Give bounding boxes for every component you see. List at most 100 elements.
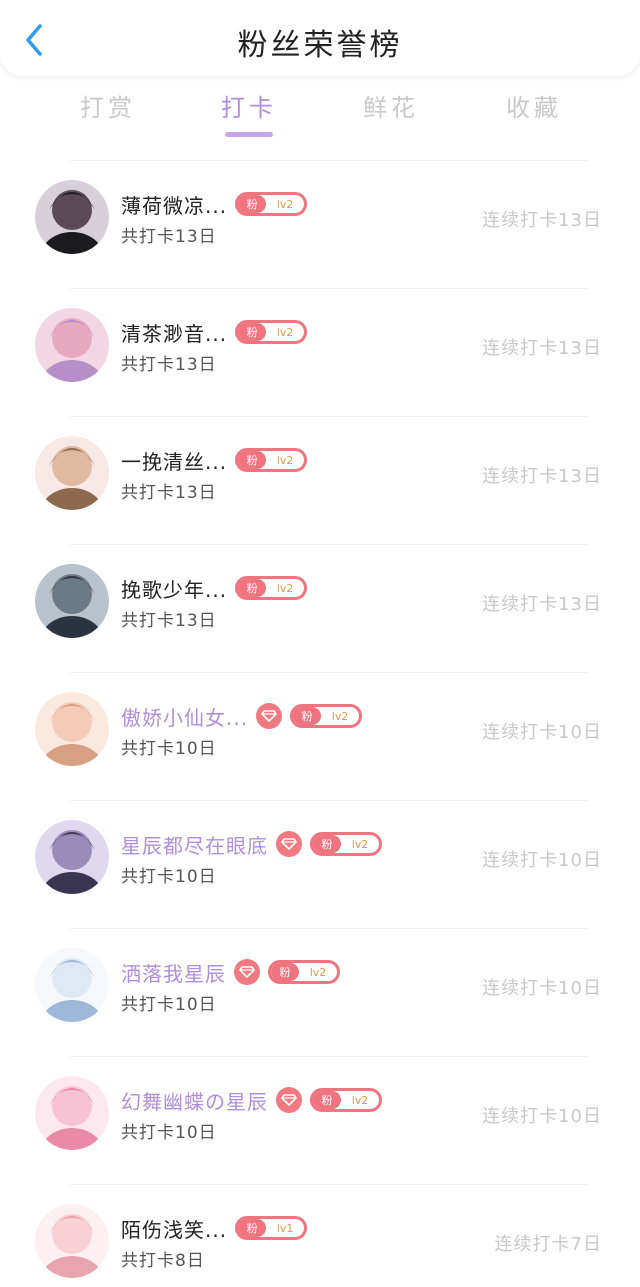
name-line: 傲娇小仙女... 粉 lv2 — [121, 702, 363, 731]
active-tab-indicator — [225, 132, 273, 137]
user-name[interactable]: 幻舞幽蝶の星辰 — [121, 1086, 268, 1115]
avatar[interactable] — [35, 564, 109, 638]
row-divider — [70, 416, 588, 417]
list-item[interactable]: 幻舞幽蝶の星辰 粉 lv2 共打卡10日 连续打卡10日 — [0, 1056, 640, 1184]
row-divider — [70, 928, 588, 929]
fan-badge-label: 粉 — [238, 195, 267, 213]
fan-level-badge: 粉 lv1 — [235, 1216, 308, 1240]
streak-checkin: 连续打卡7日 — [494, 1234, 602, 1255]
fan-level: lv2 — [276, 197, 294, 211]
total-checkin: 共打卡13日 — [121, 227, 217, 247]
fan-level-badge: 粉 lv2 — [310, 1088, 382, 1112]
fan-level-badge: 粉 lv2 — [235, 448, 308, 472]
row-divider — [70, 544, 588, 545]
user-name[interactable]: 一挽清丝... — [121, 446, 227, 475]
top-bar: 粉丝荣誉榜 — [0, 0, 640, 76]
user-name[interactable]: 陌伤浅笑... — [121, 1214, 227, 1243]
fan-level-badge: 粉 lv2 — [235, 192, 308, 216]
fan-badge-label: 粉 — [238, 1219, 267, 1237]
streak-checkin: 连续打卡10日 — [482, 722, 602, 743]
user-name[interactable]: 洒落我星辰 — [121, 958, 226, 987]
list-item[interactable]: 一挽清丝... 粉 lv2 共打卡13日 连续打卡13日 — [0, 416, 640, 544]
name-line: 清茶渺音... 粉 lv2 — [121, 318, 308, 347]
avatar-image — [35, 1076, 109, 1150]
total-checkin: 共打卡8日 — [121, 1251, 205, 1271]
diamond-icon — [276, 1087, 302, 1113]
streak-checkin: 连续打卡13日 — [482, 210, 602, 231]
tab-reward[interactable]: 打赏 — [48, 88, 168, 123]
name-line: 洒落我星辰 粉 lv2 — [121, 958, 340, 986]
avatar[interactable] — [35, 1204, 109, 1278]
tab-checkin-label: 打卡 — [221, 94, 277, 122]
fan-level-badge: 粉 lv2 — [235, 576, 308, 600]
diamond-icon — [276, 831, 302, 857]
total-checkin: 共打卡13日 — [121, 611, 217, 631]
name-line: 幻舞幽蝶の星辰 粉 lv2 — [121, 1086, 382, 1114]
list-item[interactable]: 挽歌少年... 粉 lv2 共打卡13日 连续打卡13日 — [0, 544, 640, 672]
tab-checkin[interactable]: 打卡 — [189, 88, 309, 137]
row-divider — [70, 800, 588, 801]
name-line: 挽歌少年... 粉 lv2 — [121, 574, 308, 603]
user-name[interactable]: 星辰都尽在眼底 — [121, 830, 268, 859]
tab-flowers[interactable]: 鲜花 — [331, 88, 451, 123]
fan-badge-label: 粉 — [238, 579, 267, 597]
list-item[interactable]: 薄荷微凉... 粉 lv2 共打卡13日 连续打卡13日 — [0, 160, 640, 288]
total-checkin: 共打卡13日 — [121, 355, 217, 375]
avatar[interactable] — [35, 820, 109, 894]
fan-level: lv2 — [331, 709, 349, 723]
total-checkin: 共打卡13日 — [121, 483, 217, 503]
fan-badge-label: 粉 — [238, 451, 267, 469]
avatar[interactable] — [35, 1076, 109, 1150]
fan-level-badge: 粉 lv2 — [310, 832, 382, 856]
row-divider — [70, 1056, 588, 1057]
row-divider — [70, 1184, 588, 1185]
list-item[interactable]: 陌伤浅笑... 粉 lv1 共打卡8日 连续打卡7日 — [0, 1184, 640, 1287]
user-name[interactable]: 傲娇小仙女... — [121, 702, 248, 731]
fan-badge-label: 粉 — [313, 1091, 341, 1109]
avatar[interactable] — [35, 692, 109, 766]
list-item[interactable]: 傲娇小仙女... 粉 lv2 共打卡10日 连续打卡10日 — [0, 672, 640, 800]
tab-bar: 打赏 打卡 鲜花 收藏 — [0, 88, 640, 144]
avatar-image — [35, 436, 109, 510]
user-name[interactable]: 清茶渺音... — [121, 318, 227, 347]
list-item[interactable]: 星辰都尽在眼底 粉 lv2 共打卡10日 连续打卡10日 — [0, 800, 640, 928]
row-divider — [70, 672, 588, 673]
avatar-image — [35, 1204, 109, 1278]
streak-checkin: 连续打卡10日 — [482, 1106, 602, 1127]
avatar[interactable] — [35, 180, 109, 254]
name-line: 薄荷微凉... 粉 lv2 — [121, 190, 308, 219]
avatar-image — [35, 948, 109, 1022]
row-divider — [70, 160, 588, 161]
avatar[interactable] — [35, 308, 109, 382]
name-line: 一挽清丝... 粉 lv2 — [121, 446, 308, 475]
list-item[interactable]: 洒落我星辰 粉 lv2 共打卡10日 连续打卡10日 — [0, 928, 640, 1056]
list-item[interactable]: 清茶渺音... 粉 lv2 共打卡13日 连续打卡13日 — [0, 288, 640, 416]
avatar-image — [35, 692, 109, 766]
fan-badge-label: 粉 — [271, 963, 299, 981]
fan-level: lv2 — [276, 581, 294, 595]
avatar-image — [35, 820, 109, 894]
streak-checkin: 连续打卡13日 — [482, 338, 602, 359]
fan-level-badge: 粉 lv2 — [268, 960, 340, 984]
user-name[interactable]: 挽歌少年... — [121, 574, 227, 603]
streak-checkin: 连续打卡13日 — [482, 466, 602, 487]
avatar[interactable] — [35, 436, 109, 510]
streak-checkin: 连续打卡10日 — [482, 978, 602, 999]
name-line: 星辰都尽在眼底 粉 lv2 — [121, 830, 382, 858]
tab-favorites[interactable]: 收藏 — [474, 88, 594, 123]
diamond-icon — [256, 703, 283, 729]
fan-level: lv1 — [276, 1221, 294, 1235]
fan-level-badge: 粉 lv2 — [290, 704, 363, 728]
avatar-image — [35, 180, 109, 254]
fan-level: lv2 — [309, 965, 327, 979]
avatar[interactable] — [35, 948, 109, 1022]
fan-badge-label: 粉 — [238, 323, 267, 341]
page-title: 粉丝荣誉榜 — [237, 28, 403, 63]
streak-checkin: 连续打卡13日 — [482, 594, 602, 615]
total-checkin: 共打卡10日 — [121, 867, 217, 887]
total-checkin: 共打卡10日 — [121, 995, 217, 1015]
user-name[interactable]: 薄荷微凉... — [121, 190, 227, 219]
total-checkin: 共打卡10日 — [121, 739, 217, 759]
fan-level: lv2 — [276, 453, 294, 467]
avatar-image — [35, 308, 109, 382]
